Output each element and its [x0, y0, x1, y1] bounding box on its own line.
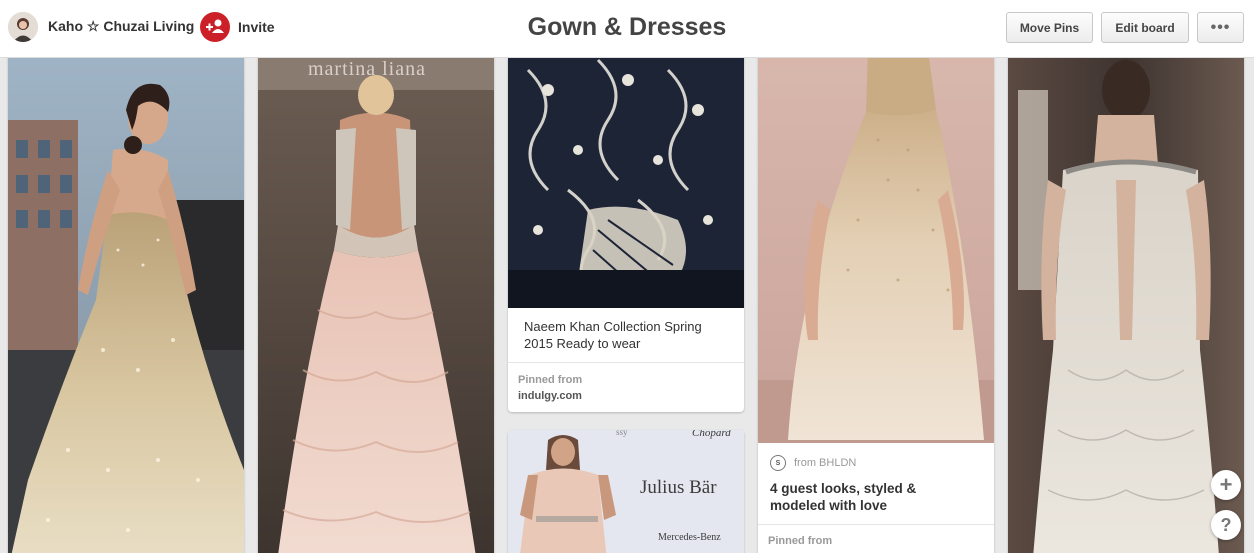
pin-card[interactable]: martina liana	[258, 50, 494, 553]
pin-card[interactable]: S from BHLDN 4 guest looks, styled & mod…	[758, 50, 994, 553]
owner-avatar[interactable]	[8, 12, 38, 42]
pin-image[interactable]	[758, 50, 994, 443]
photo-text-chopard: Chopard	[692, 430, 731, 439]
board-header: Kaho ☆ Chuzai Living Invite Gown & Dress…	[0, 0, 1254, 58]
photo-text-fragment: ssy	[616, 430, 628, 437]
question-icon: ?	[1220, 515, 1232, 535]
more-options-button[interactable]: •••	[1197, 12, 1244, 43]
pin-divider	[758, 524, 994, 525]
source-logo-icon: S	[770, 455, 786, 471]
invite-link[interactable]: Invite	[238, 19, 275, 35]
plus-icon: +	[1219, 472, 1233, 497]
photo-text-mercedes: Mercedes-Benz	[658, 532, 721, 543]
help-button[interactable]: ?	[1211, 510, 1241, 540]
pinned-from-label: Pinned from	[518, 374, 583, 386]
add-person-icon	[206, 19, 224, 33]
pin-divider	[508, 362, 744, 363]
pin-card[interactable]	[8, 50, 244, 553]
pin-card[interactable]: Julius Bär Mercedes-Benz Chopard ssy	[508, 430, 744, 553]
photo-text-julius-baer: Julius Bär	[640, 477, 717, 498]
move-pins-button[interactable]: Move Pins	[1006, 12, 1093, 43]
edit-board-button[interactable]: Edit board	[1101, 12, 1189, 43]
from-source[interactable]: from BHLDN	[794, 457, 856, 469]
owner-name[interactable]: Kaho ☆ Chuzai Living	[48, 18, 194, 35]
add-pin-button[interactable]: +	[1211, 470, 1241, 500]
invite-icon[interactable]	[200, 12, 230, 42]
pin-card[interactable]	[1008, 50, 1244, 553]
photo-watermark: martina liana	[308, 58, 426, 80]
pin-image[interactable]	[258, 50, 494, 553]
pin-card[interactable]: Naeem Khan Collection Spring 2015 Ready …	[508, 50, 744, 412]
pinned-from-label: Pinned from	[768, 535, 833, 547]
owner-avatar-photo	[8, 12, 38, 42]
pinned-from-source[interactable]: indulgy.com	[518, 390, 582, 402]
pin-description: Naeem Khan Collection Spring 2015 Ready …	[524, 319, 702, 351]
pin-description: 4 guest looks, styled & modeled with lov…	[770, 481, 917, 513]
pin-image[interactable]	[1008, 50, 1244, 553]
pin-image[interactable]	[508, 50, 744, 308]
pin-image[interactable]	[8, 50, 244, 553]
